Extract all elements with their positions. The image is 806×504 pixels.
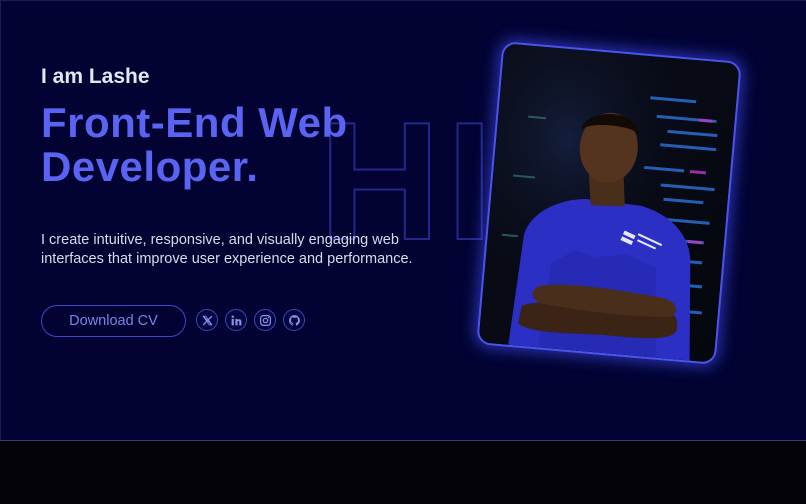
profile-photo <box>476 41 742 365</box>
instagram-link[interactable] <box>254 309 276 331</box>
hero-section: HI I am Lashe Front-End Web Developer. I… <box>0 0 806 441</box>
github-icon <box>288 314 300 326</box>
hero-title-line-1: Front-End Web <box>41 99 348 146</box>
github-link[interactable] <box>283 309 305 331</box>
profile-photo-image <box>478 43 740 363</box>
download-cv-button[interactable]: Download CV <box>41 305 186 337</box>
instagram-icon <box>259 314 271 326</box>
hero-title-line-2: Developer. <box>41 143 259 190</box>
next-section <box>0 441 806 504</box>
social-links <box>196 309 305 331</box>
x-icon <box>201 315 213 325</box>
linkedin-link[interactable] <box>225 309 247 331</box>
x-link[interactable] <box>196 309 218 331</box>
hero-description: I create intuitive, responsive, and visu… <box>41 232 413 267</box>
hero-intro: I am Lashe <box>41 65 150 88</box>
hero-title: Front-End Web Developer. <box>41 101 348 189</box>
linkedin-icon <box>231 315 241 325</box>
